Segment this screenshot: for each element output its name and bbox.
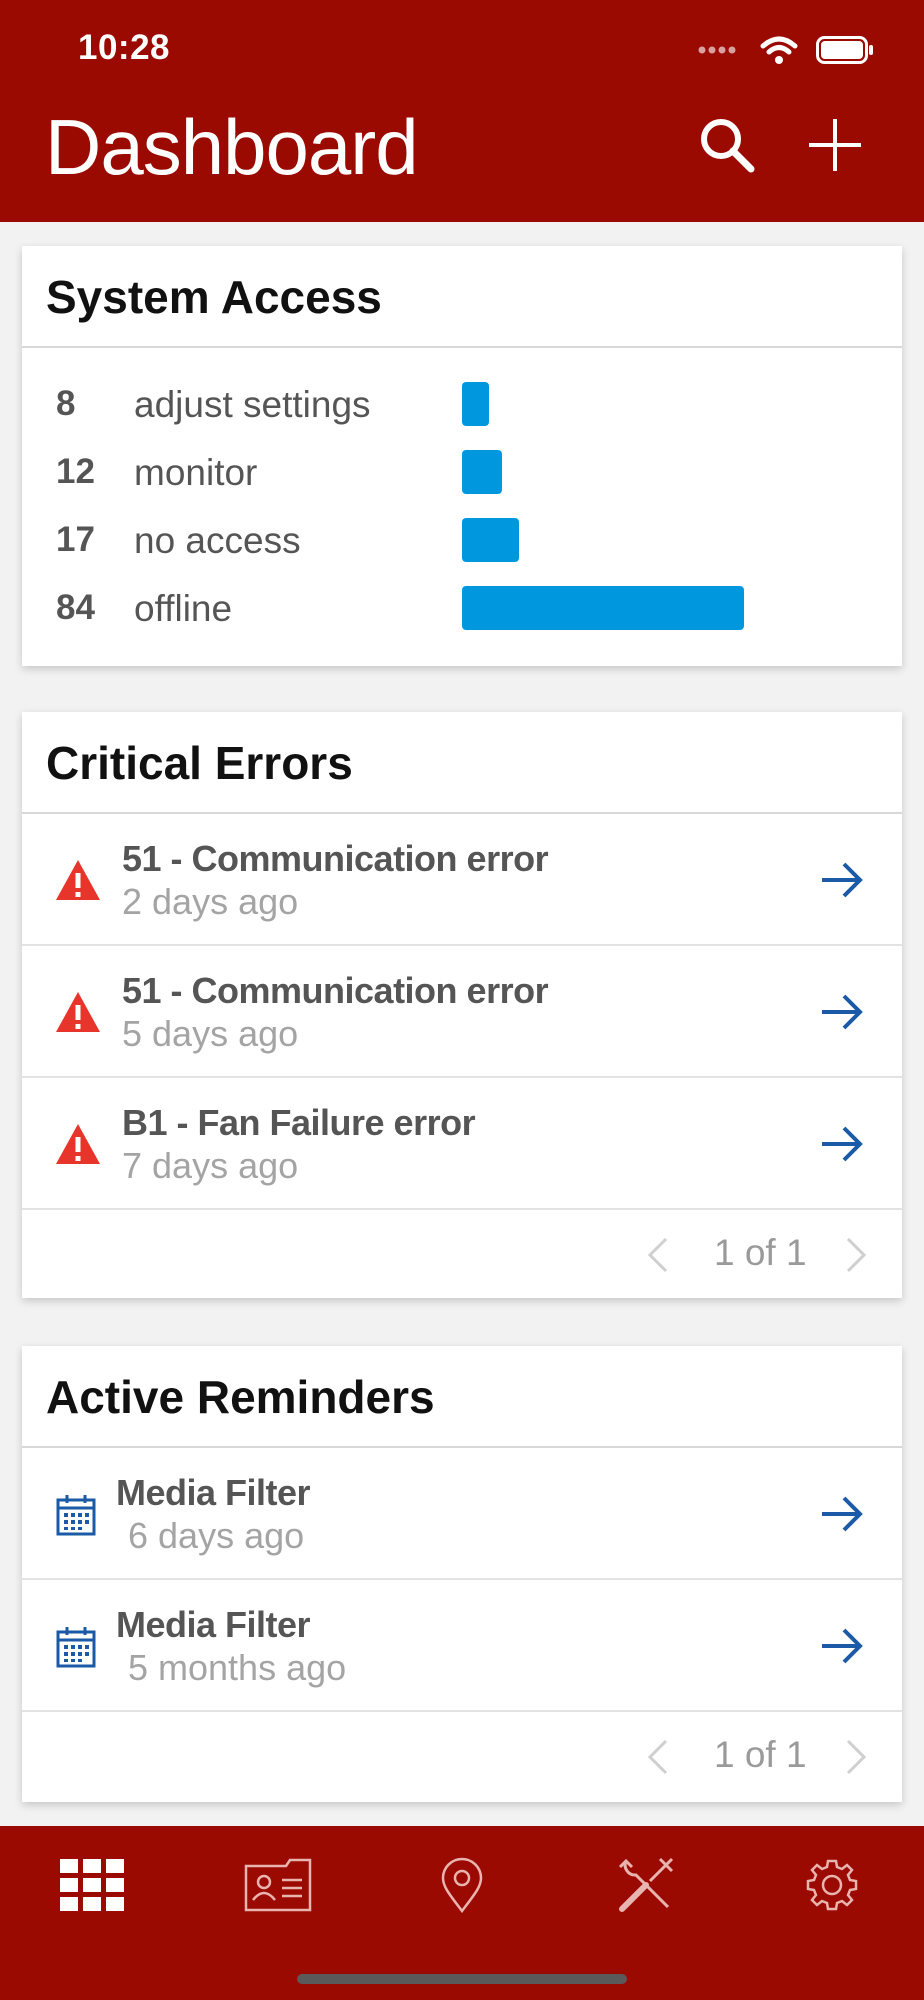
grid-icon xyxy=(60,1859,124,1911)
gear-icon xyxy=(806,1859,858,1911)
access-row: 8 adjust settings xyxy=(22,370,902,438)
reminder-time: 5 months ago xyxy=(128,1647,347,1688)
pager-label: 1 of 1 xyxy=(714,1232,807,1273)
tools-icon xyxy=(618,1857,674,1912)
warning-icon xyxy=(56,860,100,900)
access-label: monitor xyxy=(134,452,258,493)
pager: 1 of 1 xyxy=(22,1712,902,1800)
access-row: 84 offline xyxy=(22,574,902,642)
error-row[interactable]: 51 - Communication error 2 days ago xyxy=(22,814,902,946)
arrow-right-icon[interactable] xyxy=(818,1492,866,1536)
header: 10:28 Dashboard xyxy=(0,0,924,222)
error-time: 5 days ago xyxy=(122,1013,299,1054)
critical-errors-card: Critical Errors 51 - Communication error… xyxy=(22,712,902,1298)
error-row[interactable]: B1 - Fan Failure error 7 days ago xyxy=(22,1078,902,1210)
access-bar xyxy=(462,586,744,630)
arrow-right-icon[interactable] xyxy=(818,1624,866,1668)
tab-contacts[interactable] xyxy=(238,1850,318,1920)
status-time: 10:28 xyxy=(78,28,171,67)
reminder-title: Media Filter xyxy=(116,1472,311,1513)
error-time: 7 days ago xyxy=(122,1145,299,1186)
warning-icon xyxy=(56,992,100,1032)
error-title: 51 - Communication error xyxy=(122,970,549,1011)
plus-icon xyxy=(809,119,861,171)
reminder-title: Media Filter xyxy=(116,1604,311,1645)
access-row: 17 no access xyxy=(22,506,902,574)
battery-icon xyxy=(816,36,873,64)
error-title: B1 - Fan Failure error xyxy=(122,1102,476,1143)
chevron-right-icon[interactable] xyxy=(842,1236,870,1274)
signal-icon xyxy=(698,46,736,54)
access-label: offline xyxy=(134,588,233,629)
add-button[interactable] xyxy=(800,110,870,180)
tab-settings[interactable] xyxy=(792,1850,872,1920)
tab-dashboard[interactable] xyxy=(52,1850,132,1920)
location-pin-icon xyxy=(441,1857,483,1913)
arrow-right-icon[interactable] xyxy=(818,858,866,902)
chevron-right-icon[interactable] xyxy=(842,1738,870,1776)
access-list: 8 adjust settings 12 monitor 17 no acces… xyxy=(22,348,902,642)
wifi-icon xyxy=(760,36,798,64)
warning-icon xyxy=(56,1124,100,1164)
chevron-left-icon[interactable] xyxy=(644,1236,672,1274)
search-button[interactable] xyxy=(692,110,762,180)
access-count: 84 xyxy=(56,588,95,627)
tab-tools[interactable] xyxy=(606,1850,686,1920)
pager: 1 of 1 xyxy=(22,1210,902,1298)
error-title: 51 - Communication error xyxy=(122,838,549,879)
contact-card-icon xyxy=(244,1858,312,1912)
access-count: 12 xyxy=(56,452,95,491)
chevron-left-icon[interactable] xyxy=(644,1738,672,1776)
access-bar xyxy=(462,382,489,426)
home-indicator xyxy=(297,1974,627,1984)
card-title: System Access xyxy=(22,246,902,348)
system-access-card: System Access 8 adjust settings 12 monit… xyxy=(22,246,902,666)
calendar-icon xyxy=(56,1495,96,1536)
active-reminders-card: Active Reminders Media Filter 6 days ago xyxy=(22,1346,902,1802)
pager-label: 1 of 1 xyxy=(714,1734,807,1775)
access-count: 8 xyxy=(56,384,76,423)
access-label: adjust settings xyxy=(134,384,371,425)
arrow-right-icon[interactable] xyxy=(818,1122,866,1166)
reminder-row[interactable]: Media Filter 5 months ago xyxy=(22,1580,902,1712)
tab-locations[interactable] xyxy=(422,1850,502,1920)
search-icon xyxy=(701,119,755,173)
card-title: Active Reminders xyxy=(22,1346,902,1448)
error-time: 2 days ago xyxy=(122,881,299,922)
calendar-icon xyxy=(56,1627,96,1668)
access-bar xyxy=(462,450,502,494)
access-count: 17 xyxy=(56,520,95,559)
card-title: Critical Errors xyxy=(22,712,902,814)
access-label: no access xyxy=(134,520,301,561)
error-row[interactable]: 51 - Communication error 5 days ago xyxy=(22,946,902,1078)
access-row: 12 monitor xyxy=(22,438,902,506)
reminder-time: 6 days ago xyxy=(128,1515,305,1556)
access-bar xyxy=(462,518,519,562)
status-icons xyxy=(698,30,874,70)
page-title: Dashboard xyxy=(45,103,419,191)
arrow-right-icon[interactable] xyxy=(818,990,866,1034)
reminder-row[interactable]: Media Filter 6 days ago xyxy=(22,1448,902,1580)
